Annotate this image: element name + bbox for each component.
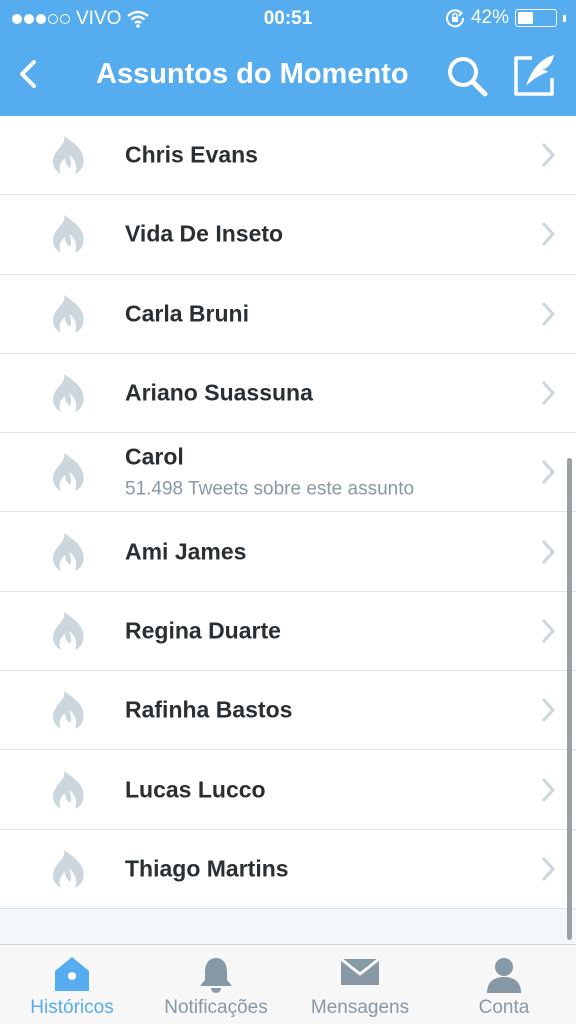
chevron-right-icon (541, 539, 556, 564)
tab-bar: Históricos Notificações Mensagens Conta (0, 944, 576, 1024)
rotation-lock-icon (445, 9, 464, 28)
flame-icon (53, 215, 84, 254)
page-title: Assuntos do Momento (96, 58, 409, 90)
chevron-right-icon (541, 856, 556, 881)
envelope-icon (340, 957, 380, 985)
tab-conta[interactable]: Conta (432, 945, 576, 1024)
trend-title: Carla Bruni (125, 300, 249, 327)
bell-icon (200, 958, 232, 993)
chevron-right-icon (541, 143, 556, 168)
tab-mensagens[interactable]: Mensagens (288, 945, 432, 1024)
list-item[interactable]: Ami James (0, 512, 576, 592)
header: VIVO 00:51 42% Assuntos do Momento (0, 0, 576, 116)
flame-icon (53, 611, 84, 650)
chevron-right-icon (541, 222, 556, 247)
trend-title: Carol (125, 443, 184, 470)
trend-title: Vida De Inseto (125, 220, 284, 247)
tab-historicos[interactable]: Históricos (0, 945, 144, 1024)
flame-icon (53, 691, 84, 730)
chevron-right-icon (541, 777, 556, 802)
flame-icon (53, 849, 84, 888)
chevron-left-icon[interactable] (10, 54, 50, 94)
list-item[interactable]: Thiago Martins (0, 829, 576, 909)
list-item[interactable]: Ariano Suassuna (0, 353, 576, 434)
trend-title: Ariano Suassuna (125, 379, 313, 406)
battery-percent: 42% (470, 7, 509, 28)
list-item[interactable]: Lucas Lucco (0, 750, 576, 830)
list-footer (0, 909, 576, 944)
list-item[interactable]: Carol 51.498 Tweets sobre este assunto (0, 433, 576, 513)
status-bar: VIVO 00:51 42% (0, 0, 576, 38)
navigation-bar: Assuntos do Momento (0, 40, 576, 112)
trend-title: Lucas Lucco (125, 776, 266, 803)
list-item[interactable]: Vida De Inseto (0, 195, 576, 275)
flame-icon (53, 294, 84, 333)
list-item[interactable]: Chris Evans (0, 116, 576, 196)
flame-icon (53, 453, 84, 492)
trend-title: Regina Duarte (125, 617, 281, 644)
person-icon (487, 958, 521, 993)
compose-icon[interactable] (512, 52, 558, 98)
trend-title: Ami James (125, 538, 247, 565)
chevron-right-icon (541, 301, 556, 326)
search-icon[interactable] (445, 54, 489, 98)
tab-label: Históricos (30, 997, 114, 1018)
list-item[interactable]: Rafinha Bastos (0, 671, 576, 751)
trend-title: Thiago Martins (125, 855, 289, 882)
list-item[interactable]: Carla Bruni (0, 274, 576, 354)
trend-title: Chris Evans (125, 141, 258, 168)
tab-label: Conta (478, 997, 530, 1018)
flame-icon (53, 136, 84, 175)
trends-list: Chris Evans Vida De Inseto Carla Bruni A… (0, 116, 576, 909)
chevron-right-icon (541, 618, 556, 643)
chevron-right-icon (541, 460, 556, 485)
tab-notificacoes[interactable]: Notificações (144, 945, 288, 1024)
flame-icon (53, 374, 84, 413)
home-icon (55, 957, 89, 991)
list-item[interactable]: Regina Duarte (0, 591, 576, 672)
battery-icon (515, 9, 557, 27)
chevron-right-icon (541, 698, 556, 723)
tab-label: Notificações (164, 997, 268, 1018)
tab-label: Mensagens (310, 997, 410, 1018)
chevron-right-icon (541, 381, 556, 406)
scrollbar[interactable] (567, 458, 572, 940)
trend-tweet-count: 51.498 Tweets sobre este assunto (125, 478, 415, 500)
trend-title: Rafinha Bastos (125, 696, 293, 723)
flame-icon (53, 532, 84, 571)
flame-icon (53, 770, 84, 809)
